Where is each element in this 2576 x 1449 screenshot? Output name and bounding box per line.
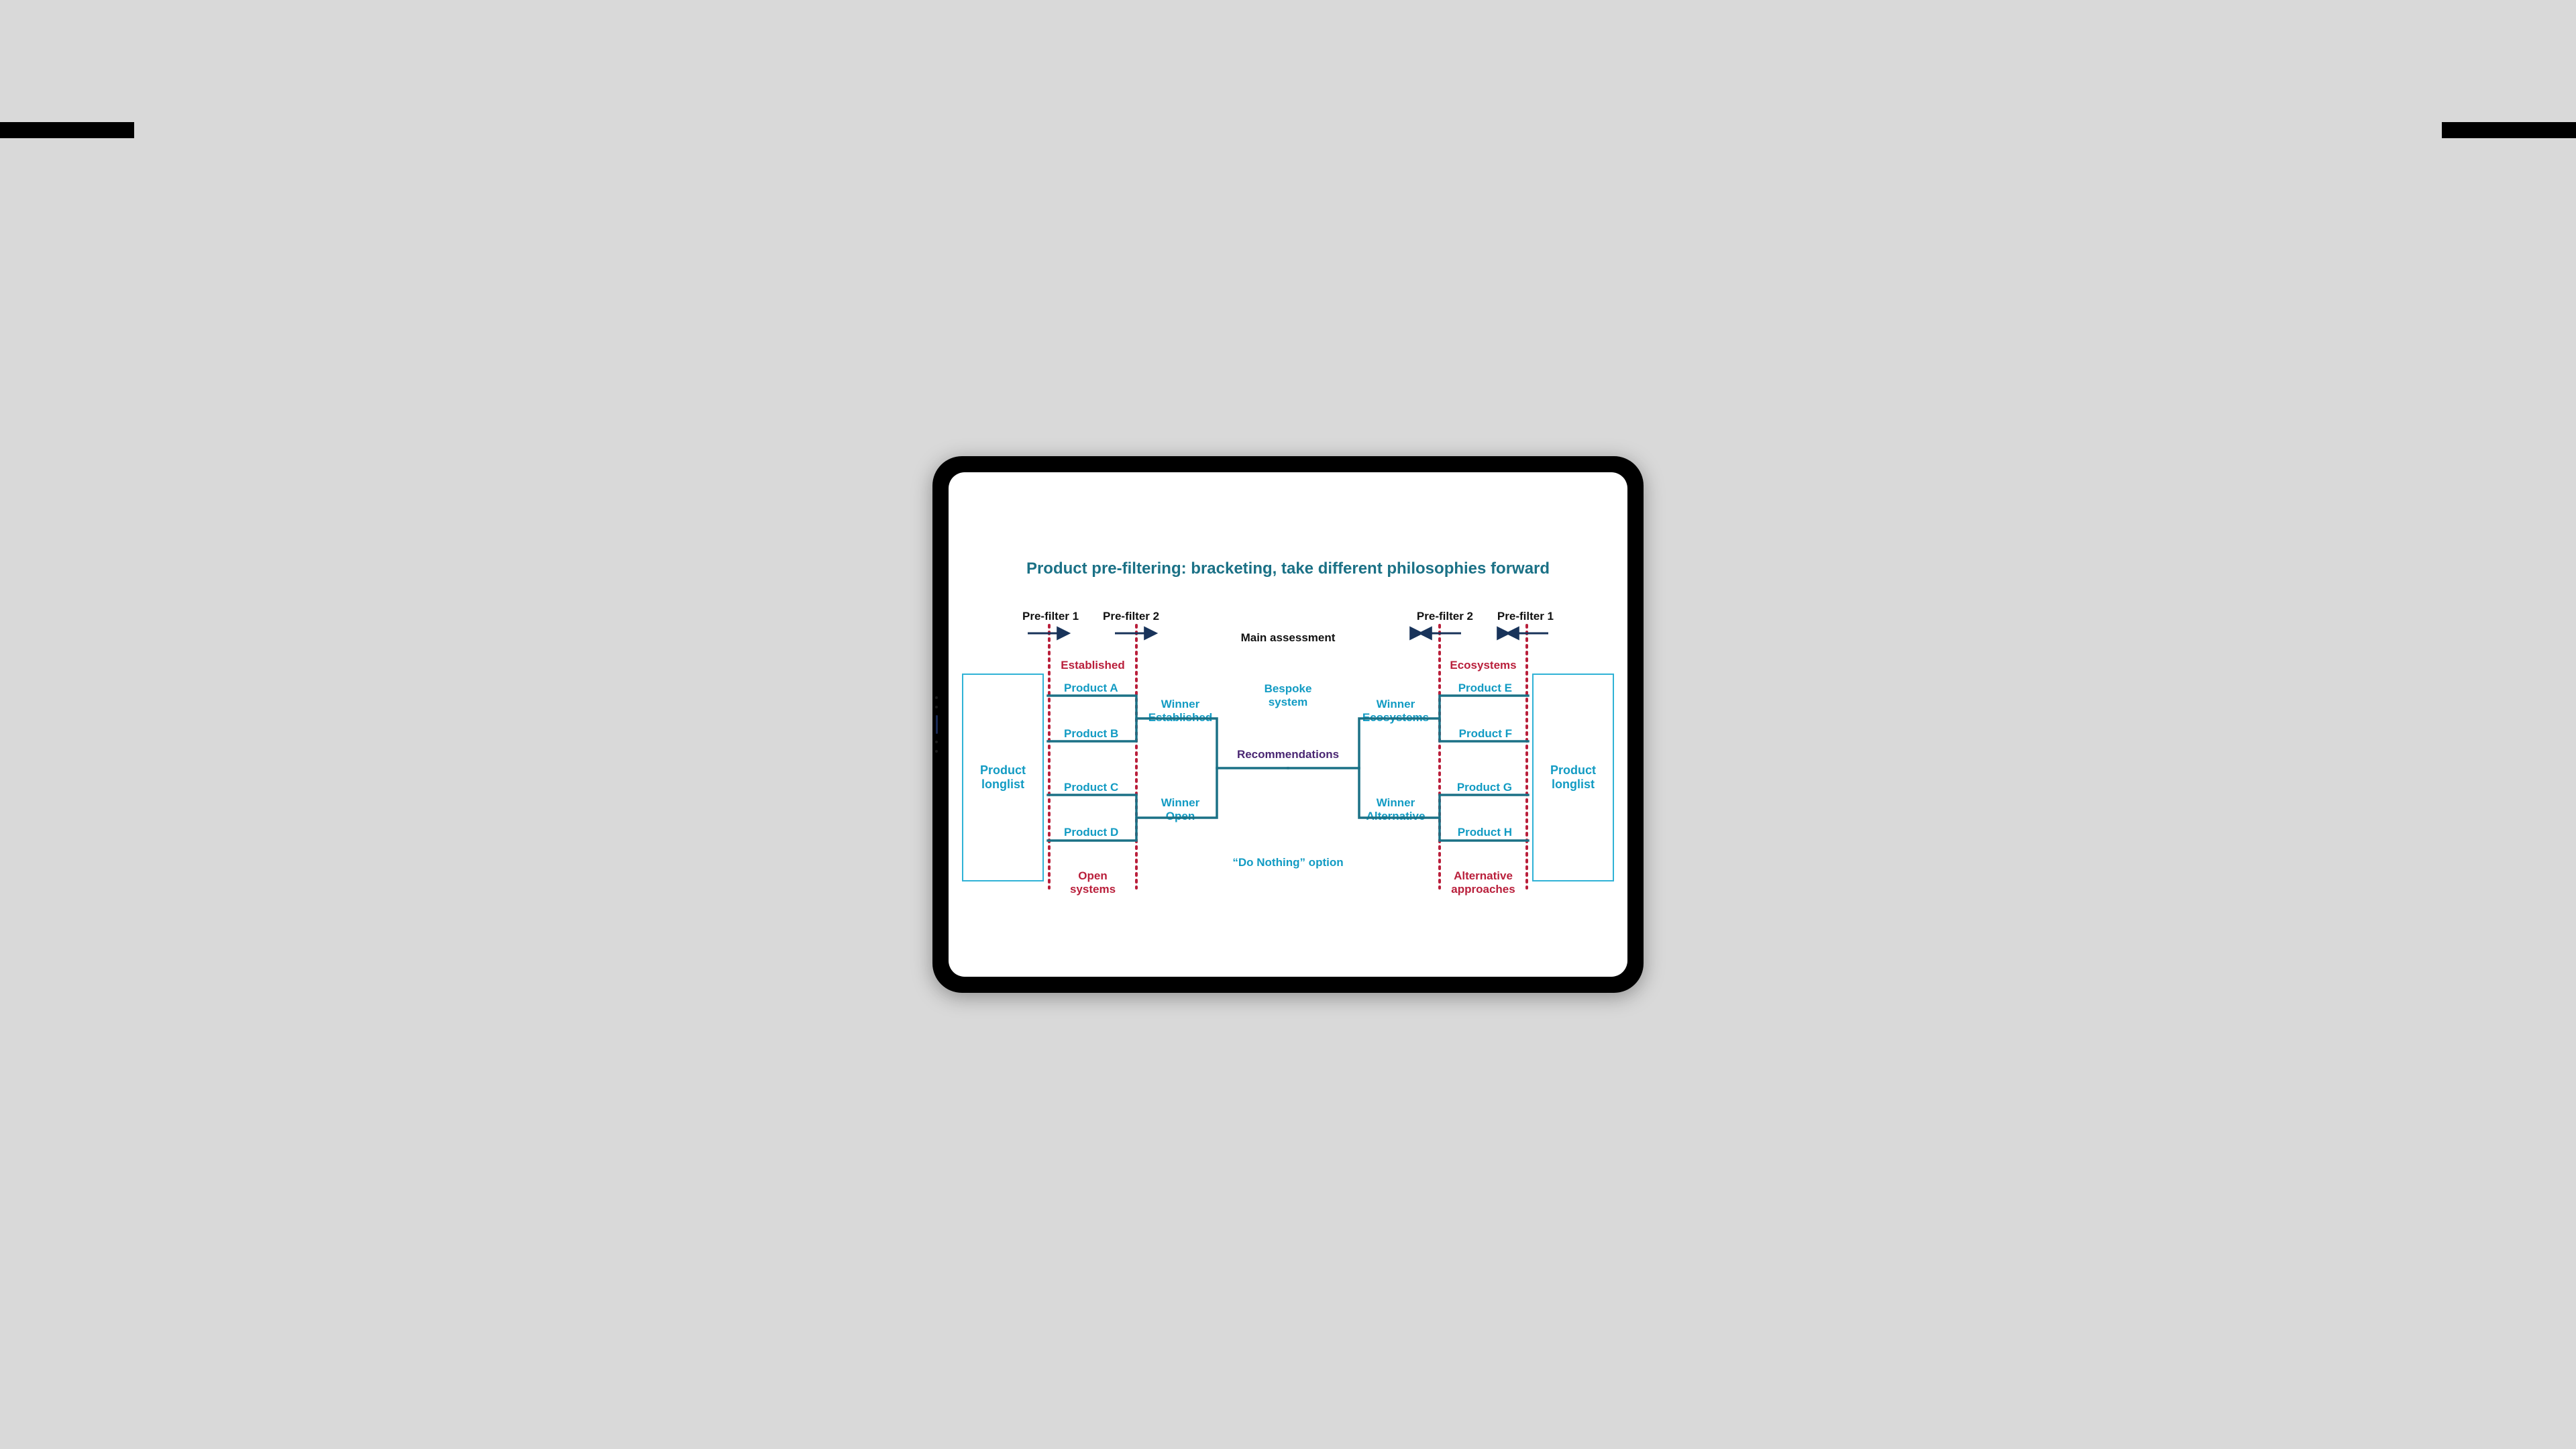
center-do-nothing: “Do Nothing” option [949, 856, 1627, 869]
center-bespoke: Bespoke system [949, 682, 1627, 708]
bracket-svg [949, 472, 1627, 977]
header-prefilter1-right: Pre-filter 1 [1497, 610, 1554, 623]
winner-alternative: Winner Alternative [1360, 796, 1431, 822]
right-group-ecosystems: Ecosystems [1446, 659, 1520, 672]
product-h: Product H [1458, 826, 1512, 839]
header-main-assessment: Main assessment [949, 631, 1627, 645]
tablet-sensors [935, 696, 938, 753]
product-b: Product B [1064, 727, 1118, 741]
left-group-open: Open systems [1056, 869, 1130, 896]
screen: Product pre-filtering: bracketing, take … [949, 472, 1627, 977]
left-group-established: Established [1056, 659, 1130, 672]
product-c: Product C [1064, 781, 1118, 794]
tablet-frame: Product pre-filtering: bracketing, take … [932, 456, 1644, 993]
bracket-diagram: Pre-filter 1 Pre-filter 2 Main assessmen… [949, 472, 1627, 977]
product-d: Product D [1064, 826, 1118, 839]
right-group-alternative: Alternative approaches [1446, 869, 1520, 896]
winner-open: Winner Open [1145, 796, 1216, 822]
header-prefilter2-right: Pre-filter 2 [1417, 610, 1473, 623]
center-recommendations: Recommendations [949, 748, 1627, 761]
product-g: Product G [1457, 781, 1512, 794]
header-prefilter1-left: Pre-filter 1 [1022, 610, 1079, 623]
product-f: Product F [1459, 727, 1512, 741]
header-prefilter2-left: Pre-filter 2 [1103, 610, 1159, 623]
